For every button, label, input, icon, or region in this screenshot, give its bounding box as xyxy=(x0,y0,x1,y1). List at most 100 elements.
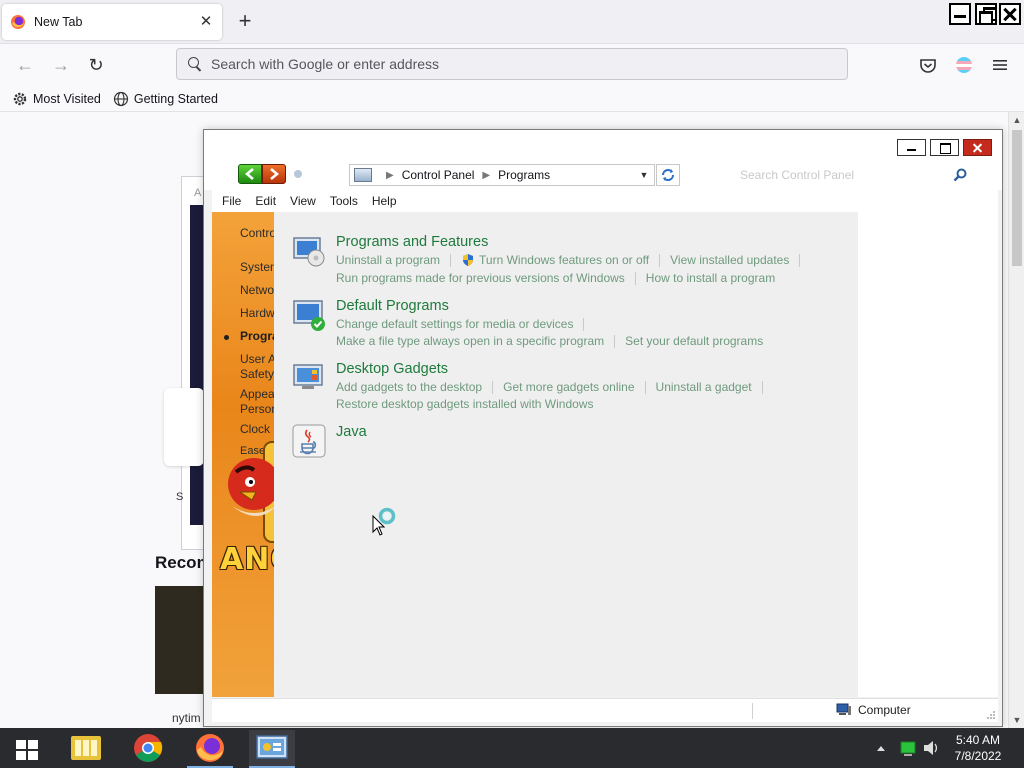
category-title[interactable]: Programs and Features xyxy=(336,234,488,250)
globe-icon xyxy=(113,91,128,106)
chrome-icon xyxy=(134,734,163,762)
taskbar-file-explorer[interactable] xyxy=(63,730,109,768)
uac-shield-icon xyxy=(463,254,474,266)
menu-view[interactable]: View xyxy=(290,194,316,208)
link-add-gadgets[interactable]: Add gadgets to the desktop xyxy=(336,380,482,394)
taskbar-firefox[interactable] xyxy=(187,730,233,768)
left-link-hardware[interactable]: Hardw xyxy=(240,306,274,320)
cp-address-bar[interactable]: ▶ Control Panel ▶ Programs ▼ xyxy=(349,164,655,186)
link-view-installed-updates[interactable]: View installed updates xyxy=(670,253,789,267)
recommended-story-image[interactable] xyxy=(155,586,205,694)
link-uninstall-gadget[interactable]: Uninstall a gadget xyxy=(656,380,752,394)
address-bar[interactable] xyxy=(176,48,848,80)
close-tab-icon[interactable]: ✕ xyxy=(198,14,214,30)
page-scrollbar[interactable]: ▲ ▼ xyxy=(1008,112,1024,728)
taskbar: 5:40 AM 7/8/2022 xyxy=(0,728,1024,768)
close-window-button[interactable] xyxy=(999,3,1021,25)
scroll-down-arrow-icon[interactable]: ▼ xyxy=(1009,712,1024,728)
search-icon[interactable] xyxy=(952,167,968,183)
category-title[interactable]: Default Programs xyxy=(336,298,449,314)
category-title[interactable]: Java xyxy=(336,424,367,440)
hamburger-menu-icon[interactable] xyxy=(990,55,1010,75)
angry-birds-bird-image xyxy=(228,441,274,543)
left-link-system[interactable]: Systen xyxy=(240,260,274,274)
resize-grip-icon[interactable] xyxy=(986,710,996,720)
cp-back-button[interactable] xyxy=(238,164,262,184)
recent-pages-dropdown-icon[interactable] xyxy=(294,170,302,178)
back-arrow-icon[interactable]: ← xyxy=(14,54,36,76)
newtab-tile-partial[interactable] xyxy=(164,388,204,466)
network-status-icon[interactable] xyxy=(899,728,917,768)
url-input[interactable] xyxy=(211,56,847,72)
cp-search-input[interactable] xyxy=(740,168,940,182)
system-clock[interactable]: 5:40 AM 7/8/2022 xyxy=(948,732,1008,764)
restore-window-button[interactable] xyxy=(975,3,997,25)
left-link-appearance[interactable]: Appea xyxy=(240,387,274,401)
cp-address-row: ▶ Control Panel ▶ Programs ▼ xyxy=(204,160,1002,190)
link-set-default-programs[interactable]: Set your default programs xyxy=(625,334,763,348)
search-icon xyxy=(187,56,203,72)
taskbar-control-panel[interactable] xyxy=(249,730,295,768)
forward-arrow-icon xyxy=(270,168,280,180)
bookmark-getting-started[interactable]: Getting Started xyxy=(113,91,218,107)
scrollbar-thumb[interactable] xyxy=(1012,130,1022,266)
breadcrumb-control-panel[interactable]: Control Panel xyxy=(402,168,475,182)
cp-main-pane: Programs and Features Uninstall a progra… xyxy=(274,212,858,697)
cp-right-blank-pane xyxy=(858,212,998,697)
forward-arrow-icon[interactable]: → xyxy=(50,54,72,76)
menu-help[interactable]: Help xyxy=(372,194,397,208)
programs-features-icon xyxy=(293,237,325,267)
angry-birds-logo-text: ANG xyxy=(220,542,274,577)
desktop-gadgets-icon xyxy=(293,364,323,389)
tab-new-tab[interactable]: New Tab ✕ xyxy=(2,4,222,40)
left-link-control-panel-home[interactable]: Contro xyxy=(240,226,274,240)
link-uninstall-program[interactable]: Uninstall a program xyxy=(336,253,440,267)
tab-title: New Tab xyxy=(34,15,83,29)
cp-title-bar[interactable] xyxy=(204,130,1002,160)
left-link-network[interactable]: Netwo xyxy=(240,283,274,297)
cp-forward-button[interactable] xyxy=(262,164,286,184)
address-dropdown-icon[interactable]: ▼ xyxy=(634,170,654,180)
left-link-programs[interactable]: Progra xyxy=(240,329,274,343)
volume-icon[interactable] xyxy=(922,728,940,768)
pocket-icon[interactable] xyxy=(918,55,938,75)
menu-tools[interactable]: Tools xyxy=(330,194,358,208)
left-link-personalization[interactable]: Persor xyxy=(240,402,274,416)
minimize-window-button[interactable] xyxy=(949,3,971,25)
refresh-icon xyxy=(662,169,674,181)
link-file-type-association[interactable]: Make a file type always open in a specif… xyxy=(336,334,604,348)
category-title[interactable]: Desktop Gadgets xyxy=(336,361,448,377)
cp-status-bar: Computer xyxy=(212,698,998,722)
cp-close-button[interactable] xyxy=(963,139,992,156)
cp-minimize-button[interactable] xyxy=(897,139,926,156)
link-get-more-gadgets[interactable]: Get more gadgets online xyxy=(503,380,634,394)
link-change-default-media[interactable]: Change default settings for media or dev… xyxy=(336,317,573,331)
cp-search-box[interactable] xyxy=(688,164,974,186)
cp-maximize-button[interactable] xyxy=(930,139,959,156)
taskbar-chrome[interactable] xyxy=(125,730,171,768)
show-hidden-icons-icon[interactable] xyxy=(874,728,888,768)
left-link-user-accounts[interactable]: User A xyxy=(240,352,274,366)
menu-edit[interactable]: Edit xyxy=(255,194,276,208)
link-how-to-install[interactable]: How to install a program xyxy=(646,271,775,285)
windows-start-icon[interactable] xyxy=(16,740,38,760)
scroll-up-arrow-icon[interactable]: ▲ xyxy=(1009,112,1024,128)
reload-icon[interactable]: ↻ xyxy=(85,54,107,76)
breadcrumb-separator-icon: ▶ xyxy=(386,169,394,181)
link-turn-windows-features[interactable]: Turn Windows features on or off xyxy=(479,253,649,267)
cp-refresh-button[interactable] xyxy=(656,164,680,186)
left-link-safety[interactable]: Safety xyxy=(240,367,274,381)
clock-date: 7/8/2022 xyxy=(954,749,1002,763)
menu-file[interactable]: File xyxy=(222,194,241,208)
account-avatar-icon[interactable] xyxy=(954,55,974,75)
breadcrumb-separator-icon: ▶ xyxy=(482,169,491,181)
control-panel-icon xyxy=(354,168,372,182)
cp-left-pane: Contro Systen Netwo Hardw Progra User A … xyxy=(212,212,274,697)
bookmark-most-visited[interactable]: Most Visited xyxy=(12,91,101,107)
link-run-older-programs[interactable]: Run programs made for previous versions … xyxy=(336,271,625,285)
firefox-icon xyxy=(196,734,224,762)
link-restore-gadgets[interactable]: Restore desktop gadgets installed with W… xyxy=(336,397,593,411)
clock-time: 5:40 AM xyxy=(955,733,1001,747)
new-tab-button[interactable]: + xyxy=(234,10,256,33)
breadcrumb-programs[interactable]: Programs xyxy=(498,168,550,182)
